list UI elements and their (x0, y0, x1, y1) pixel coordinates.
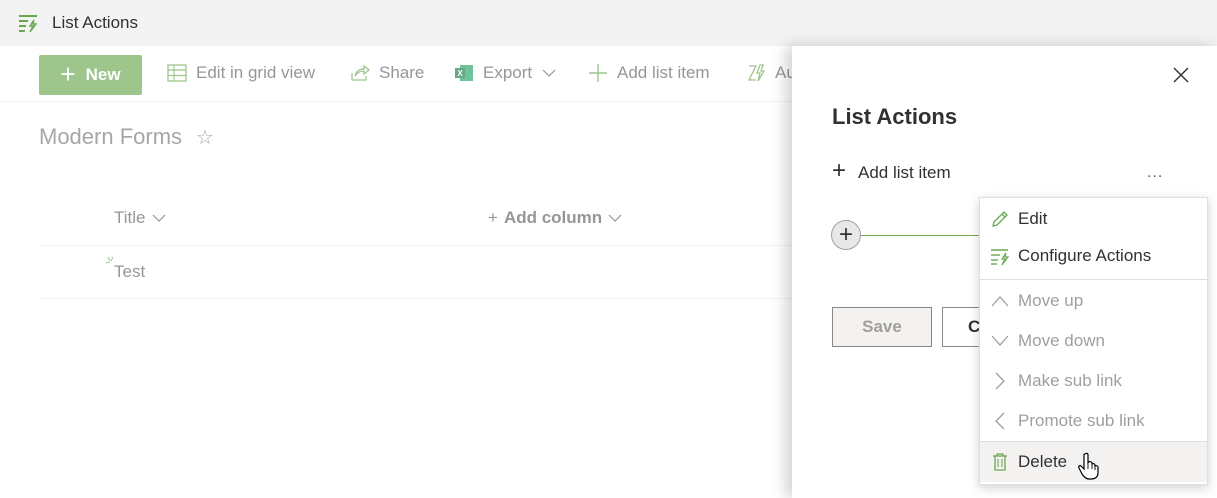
add-action-circle-button[interactable]: + (831, 220, 861, 250)
menu-item-edit[interactable]: Edit (980, 199, 1207, 239)
chevron-down-icon (990, 331, 1010, 351)
chevron-right-icon (990, 371, 1010, 391)
menu-item-label: Delete (1018, 452, 1068, 471)
chevron-left-icon (990, 411, 1010, 431)
menu-item-label: Edit (1018, 209, 1048, 228)
menu-item-label: Move up (1018, 291, 1084, 310)
hand-cursor-icon (1078, 452, 1099, 480)
menu-item-promote-sub-link[interactable]: Promote sub link (980, 401, 1207, 441)
trash-icon (990, 452, 1010, 472)
save-button[interactable]: Save (832, 307, 932, 347)
close-icon[interactable] (1172, 66, 1190, 84)
menu-item-label: Make sub link (1018, 371, 1122, 390)
panel-add-list-item-label: Add list item (858, 162, 951, 182)
menu-item-configure-actions[interactable]: Configure Actions (980, 236, 1207, 276)
more-options-icon[interactable]: ... (1147, 164, 1163, 182)
panel-overlay[interactable] (0, 46, 792, 498)
menu-divider (980, 279, 1207, 280)
chevron-up-icon (990, 291, 1010, 311)
menu-item-label: Promote sub link (1018, 411, 1145, 430)
action-connector-line (861, 235, 981, 236)
app-title: List Actions (52, 13, 138, 32)
pencil-icon (990, 209, 1010, 229)
configure-actions-icon (990, 246, 1010, 266)
panel-add-list-item[interactable]: + Add list item (832, 157, 951, 184)
menu-item-move-down[interactable]: Move down (980, 321, 1207, 361)
menu-item-label: Move down (1018, 331, 1105, 350)
menu-item-move-up[interactable]: Move up (980, 281, 1207, 321)
menu-item-make-sub-link[interactable]: Make sub link (980, 361, 1207, 401)
app-header: List Actions (0, 0, 1217, 46)
panel-title: List Actions (832, 104, 958, 129)
context-menu: Edit Configure Actions Move up Move down (979, 197, 1208, 485)
plus-icon: + (832, 157, 847, 184)
list-actions-icon (19, 15, 38, 33)
menu-item-label: Configure Actions (1018, 246, 1152, 265)
